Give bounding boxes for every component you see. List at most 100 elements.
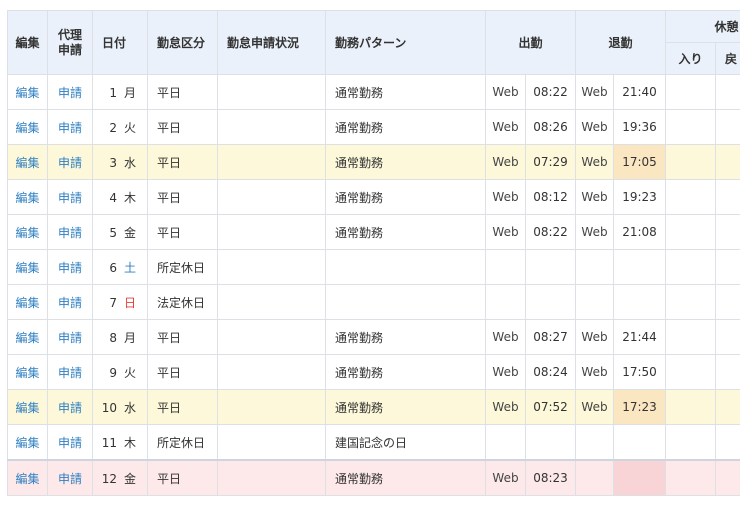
table-row: 編集 申請 10 水平日 通常勤務 Web 07:52 Web 17:23: [7, 389, 740, 425]
attendance-type-cell: 平日: [147, 74, 218, 110]
clock-in-time: 07:29: [524, 144, 577, 180]
attendance-type-cell: 平日: [147, 319, 218, 355]
edit-link[interactable]: 編集: [7, 74, 48, 110]
header-break-return: 戻: [715, 42, 740, 75]
clock-in-time: [524, 424, 577, 461]
edit-link[interactable]: 編集: [7, 249, 48, 285]
request-status-cell: [217, 284, 326, 320]
request-status-cell: [217, 179, 326, 215]
clock-out-time: 19:36: [613, 109, 667, 145]
edit-link[interactable]: 編集: [7, 459, 48, 496]
header-date: 日付: [92, 10, 148, 75]
attendance-type-cell: 平日: [147, 459, 218, 496]
clock-out-channel: [575, 284, 615, 320]
proxy-request-link[interactable]: 申請: [47, 249, 93, 285]
clock-out-time: 17:23: [613, 389, 667, 425]
clock-out-channel: [575, 424, 615, 461]
proxy-request-link[interactable]: 申請: [47, 74, 93, 110]
clock-in-time: 08:22: [524, 214, 577, 250]
clock-in-time: [524, 284, 577, 320]
clock-out-time: 19:23: [613, 179, 667, 215]
table-row: 編集 申請 12 金平日 通常勤務 Web 08:23: [7, 459, 740, 496]
date-cell: 9火: [92, 354, 148, 390]
day-number: 3: [109, 155, 117, 170]
edit-link[interactable]: 編集: [7, 284, 48, 320]
work-pattern-cell: 通常勤務: [325, 109, 486, 145]
weekday: 月: [123, 85, 136, 100]
proxy-request-link[interactable]: 申請: [47, 424, 93, 461]
edit-link[interactable]: 編集: [7, 214, 48, 250]
clock-out-channel: Web: [575, 389, 615, 425]
clock-out-channel: Web: [575, 179, 615, 215]
day-number: 8: [109, 330, 117, 345]
weekday: 火: [123, 120, 136, 135]
clock-in-channel: Web: [485, 179, 526, 215]
request-status-cell: [217, 214, 326, 250]
weekday: 木: [123, 435, 136, 450]
clock-out-channel: [575, 459, 615, 496]
edit-link[interactable]: 編集: [7, 319, 48, 355]
header-proxy-request: 代理 申請: [47, 10, 93, 75]
request-status-cell: [217, 74, 326, 110]
clock-in-time: 08:23: [524, 459, 577, 496]
table-row: 編集 申請 4 木平日 通常勤務 Web 08:12 Web 19:23: [7, 179, 740, 215]
date-cell: 11 木: [92, 424, 148, 461]
break-in-cell: [665, 284, 717, 320]
day-number: 12: [101, 471, 117, 486]
clock-out-time: [613, 424, 667, 461]
break-return-cell: [715, 284, 740, 320]
header-clock-in: 出勤: [484, 10, 577, 75]
date-cell: 7日: [92, 284, 148, 320]
attendance-type-cell: 所定休日: [147, 424, 218, 461]
weekday: 金: [123, 225, 136, 240]
header-work-pattern: 勤務パターン: [325, 10, 486, 75]
proxy-request-link[interactable]: 申請: [47, 389, 93, 425]
clock-out-time: 17:05: [613, 144, 667, 180]
proxy-request-link[interactable]: 申請: [47, 319, 93, 355]
date-cell: 4木: [92, 179, 148, 215]
attendance-table-container: 編集 代理 申請 日付 勤怠区分 勤怠申請状況 勤務パターン 出勤 退勤 休憩 …: [7, 10, 740, 508]
edit-link[interactable]: 編集: [7, 389, 48, 425]
clock-in-channel: Web: [485, 109, 526, 145]
work-pattern-cell: 建国記念の日: [325, 424, 486, 461]
clock-in-channel: Web: [485, 389, 526, 425]
table-row: 編集 申請 1 月平日 通常勤務 Web 08:22 Web 21:40: [7, 74, 740, 110]
proxy-request-link[interactable]: 申請: [47, 284, 93, 320]
break-in-cell: [665, 354, 717, 390]
break-return-cell: [715, 109, 740, 145]
day-number: 7: [109, 295, 117, 310]
table-row: 編集 申請 6 土所定休日: [7, 249, 740, 285]
edit-link[interactable]: 編集: [7, 144, 48, 180]
weekday: 日: [123, 295, 136, 310]
day-number: 10: [101, 400, 117, 415]
proxy-request-link[interactable]: 申請: [47, 109, 93, 145]
header-clock-out: 退勤: [575, 10, 667, 75]
clock-in-time: 08:22: [524, 74, 577, 110]
edit-link[interactable]: 編集: [7, 354, 48, 390]
header-attendance-type: 勤怠区分: [147, 10, 218, 75]
work-pattern-cell: 通常勤務: [325, 214, 486, 250]
proxy-request-link[interactable]: 申請: [47, 179, 93, 215]
weekday: 金: [123, 471, 136, 486]
clock-out-time: [613, 459, 667, 496]
proxy-request-link[interactable]: 申請: [47, 144, 93, 180]
clock-in-channel: Web: [485, 144, 526, 180]
edit-link[interactable]: 編集: [7, 109, 48, 145]
request-status-cell: [217, 354, 326, 390]
clock-out-channel: Web: [575, 109, 615, 145]
day-number: 9: [109, 365, 117, 380]
proxy-request-link[interactable]: 申請: [47, 354, 93, 390]
break-in-cell: [665, 319, 717, 355]
clock-out-time: 21:40: [613, 74, 667, 110]
proxy-request-link[interactable]: 申請: [47, 459, 93, 496]
edit-link[interactable]: 編集: [7, 179, 48, 215]
work-pattern-cell: 通常勤務: [325, 319, 486, 355]
table-row: 編集 申請 8 月平日 通常勤務 Web 08:27 Web 21:44: [7, 319, 740, 355]
request-status-cell: [217, 424, 326, 461]
attendance-table: 編集 代理 申請 日付 勤怠区分 勤怠申請状況 勤務パターン 出勤 退勤 休憩 …: [7, 10, 740, 496]
clock-in-channel: Web: [485, 74, 526, 110]
clock-in-channel: Web: [485, 354, 526, 390]
proxy-request-link[interactable]: 申請: [47, 214, 93, 250]
edit-link[interactable]: 編集: [7, 424, 48, 461]
date-cell: 12 金: [92, 459, 148, 496]
